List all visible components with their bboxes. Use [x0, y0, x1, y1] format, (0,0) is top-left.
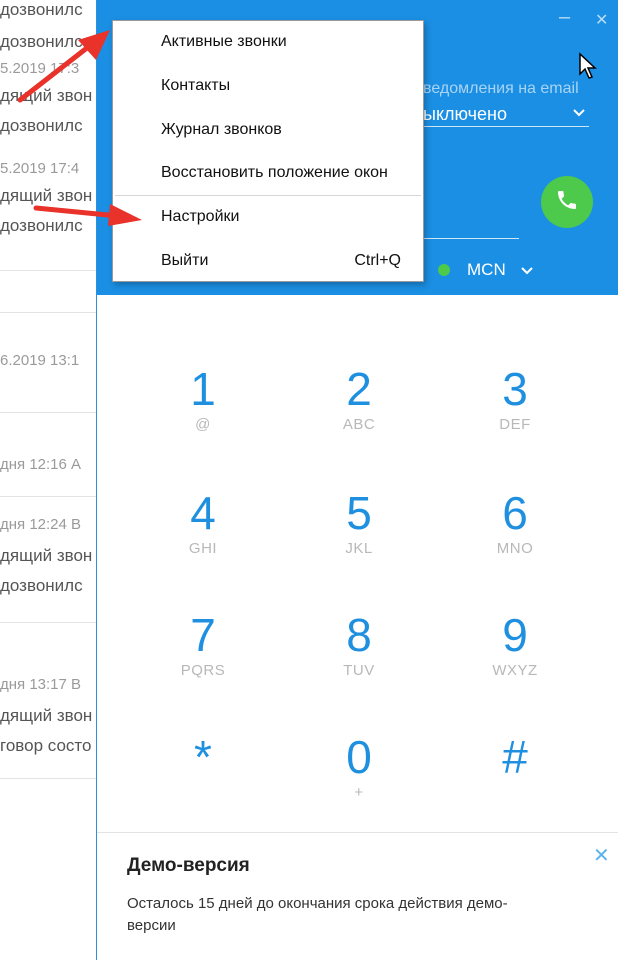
- key-digit: 3: [502, 363, 528, 415]
- annotation-arrows: [17, 30, 142, 226]
- key-letters: +: [354, 784, 364, 801]
- key-letters: TUV: [343, 662, 375, 679]
- key-digit: 2: [346, 363, 372, 415]
- log-text: дящий звон: [0, 546, 93, 565]
- banner-text: Осталось 15 дней до окончания срока дейс…: [127, 895, 508, 934]
- key-digit: 5: [346, 487, 372, 539]
- log-text: дозвонилс: [0, 576, 83, 595]
- banner-close-button[interactable]: ✕: [593, 843, 610, 868]
- key-letters: JKL: [345, 540, 373, 557]
- key-digit: 6: [502, 487, 528, 539]
- key-digit: 4: [190, 487, 216, 539]
- annotation-arrow-icon: [33, 204, 142, 226]
- divider: [0, 412, 96, 413]
- key-letters: ABC: [342, 416, 376, 433]
- key-letters: WXYZ: [492, 662, 538, 679]
- banner-title: Демо-версия: [127, 855, 250, 876]
- divider: [0, 496, 96, 497]
- dialpad-key-0[interactable]: 0 +: [299, 732, 419, 801]
- log-date: дня 12:24 В: [0, 516, 82, 533]
- dialpad-key-star[interactable]: *: [143, 732, 263, 784]
- key-digit: 9: [502, 609, 528, 661]
- log-date: дня 13:17 В: [0, 676, 82, 693]
- divider: [0, 312, 96, 313]
- log-text: говор состо: [0, 736, 92, 755]
- key-digit: 0: [346, 731, 372, 783]
- dialpad-key-3[interactable]: 3 DEF: [455, 364, 575, 433]
- key-letters: MNO: [496, 540, 534, 557]
- key-digit: #: [502, 731, 528, 783]
- key-letters: PQRS: [180, 662, 226, 679]
- log-date: дня 12:16 А: [0, 456, 82, 473]
- key-digit: 7: [190, 609, 216, 661]
- key-letters: DEF: [499, 416, 531, 433]
- key-digit: 1: [190, 363, 216, 415]
- key-digit: 8: [346, 609, 372, 661]
- key-digit: *: [194, 731, 212, 783]
- divider: [0, 778, 96, 779]
- divider: [0, 622, 96, 623]
- dialpad-key-8[interactable]: 8 TUV: [299, 610, 419, 679]
- demo-banner: Демо-версия Осталось 15 дней до окончани…: [97, 832, 618, 961]
- dialpad-key-1[interactable]: 1 @: [143, 364, 263, 433]
- dialpad-key-6[interactable]: 6 MNO: [455, 488, 575, 557]
- dialpad-key-2[interactable]: 2 ABC: [299, 364, 419, 433]
- dialpad-key-hash[interactable]: #: [455, 732, 575, 784]
- key-letters: GHI: [188, 540, 218, 557]
- dialpad-key-7[interactable]: 7 PQRS: [143, 610, 263, 679]
- log-date: 6.2019 13:1: [0, 352, 80, 369]
- dialpad-key-9[interactable]: 9 WXYZ: [455, 610, 575, 679]
- log-text: дящий звон: [0, 706, 93, 725]
- annotation-arrow-icon: [17, 30, 110, 103]
- dialpad-key-5[interactable]: 5 JKL: [299, 488, 419, 557]
- key-letters: @: [195, 416, 211, 433]
- dialpad-key-4[interactable]: 4 GHI: [143, 488, 263, 557]
